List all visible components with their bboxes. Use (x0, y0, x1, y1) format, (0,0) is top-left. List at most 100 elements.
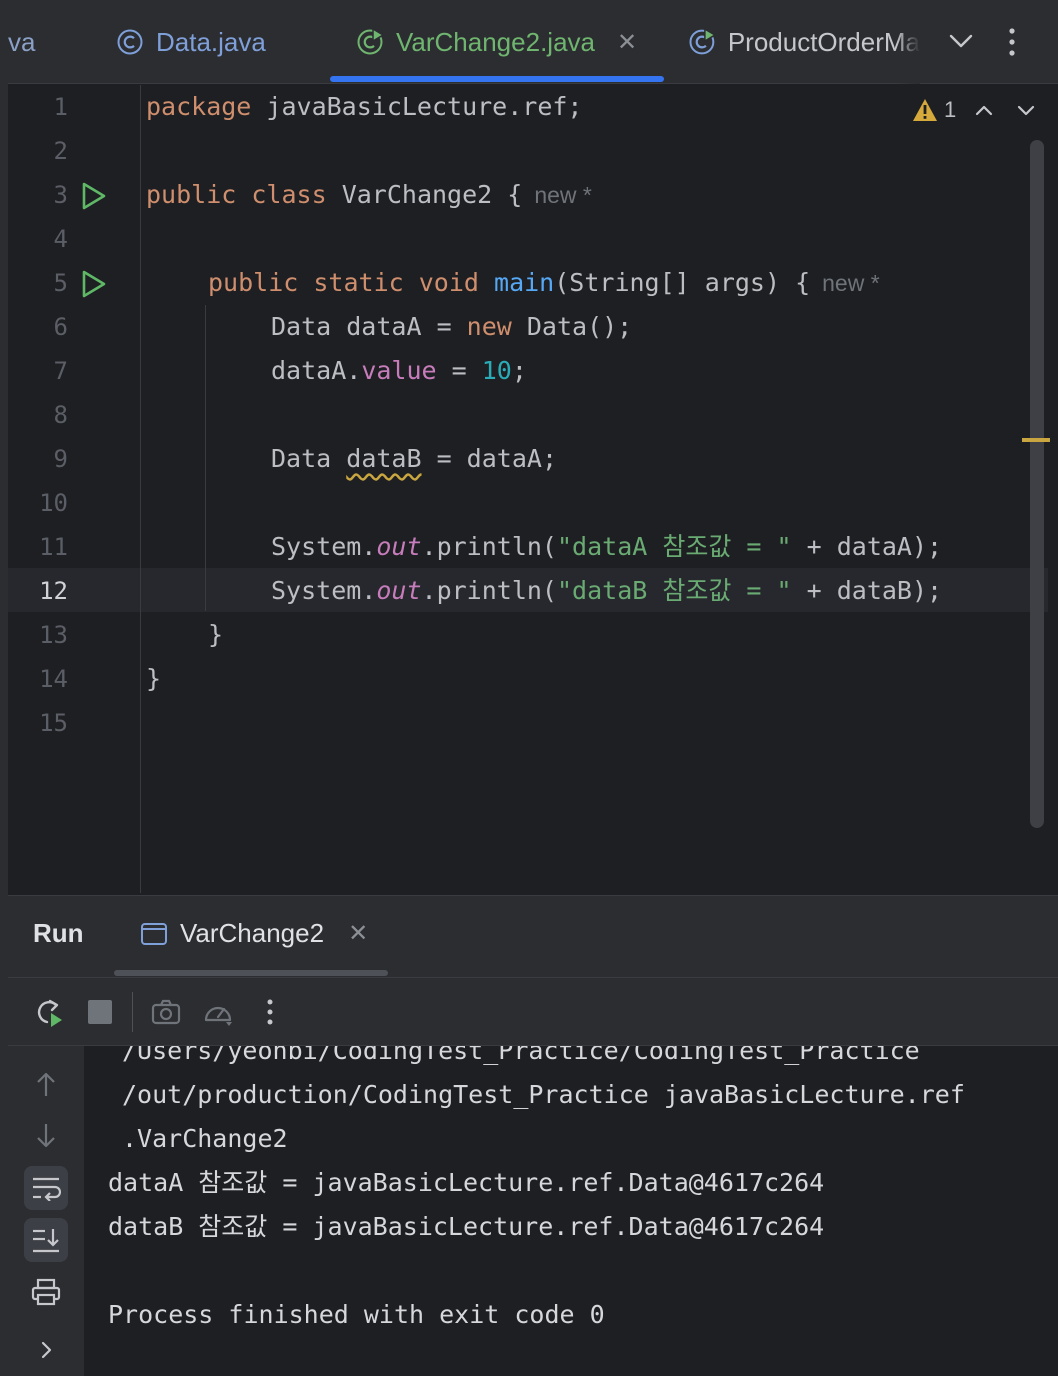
line-2: 2 (0, 129, 1000, 173)
console-line: /out/production/CodingTest_Practice java… (122, 1080, 965, 1109)
line-number: 11 (39, 533, 68, 561)
line-3: 3 public class VarChange2 {new * (0, 173, 1000, 217)
line-number: 9 (53, 445, 68, 473)
close-icon[interactable]: ✕ (617, 28, 637, 57)
line-number: 12 (39, 577, 68, 605)
code-text[interactable]: System.out.println("dataA 참조값 = " + data… (271, 525, 942, 569)
code-text[interactable]: dataA.value = 10; (271, 349, 527, 393)
code-text[interactable]: public class VarChange2 {new * (146, 173, 592, 217)
tab-product-order[interactable]: ProductOrderMa (688, 0, 920, 84)
tab-label: va (8, 26, 36, 57)
line-1: 1 package javaBasicLecture.ref; (0, 85, 1000, 129)
code-text[interactable]: } (146, 657, 161, 701)
runnable-class-icon (357, 28, 384, 55)
line-number: 1 (53, 93, 68, 121)
run-triangle-icon[interactable] (80, 181, 108, 211)
rerun-icon[interactable] (32, 996, 64, 1028)
line-number: 2 (53, 137, 68, 165)
code-text[interactable]: Data dataA = new Data(); (271, 305, 632, 349)
console-line: Process finished with exit code 0 (108, 1300, 605, 1329)
arrow-down-chevron-icon[interactable] (1014, 98, 1038, 122)
tab-label: VarChange2 (180, 918, 325, 948)
console-output[interactable]: /Users/yeonbi/CodingTest_Practice/Coding… (84, 1046, 1058, 1376)
close-icon[interactable]: ✕ (348, 919, 368, 948)
more-vertical-icon[interactable] (1000, 24, 1024, 60)
code-text[interactable]: public static void main(String[] args) {… (208, 261, 880, 305)
tab-label: ProductOrderMa (727, 26, 920, 57)
warning-marker[interactable] (1022, 438, 1050, 442)
scroll-down-button[interactable] (24, 1114, 68, 1158)
scroll-up-button[interactable] (24, 1062, 68, 1106)
console-side-toolbar (8, 1046, 84, 1376)
line-5: 5 public static void main(String[] args)… (0, 261, 1000, 305)
line-number: 10 (39, 489, 68, 517)
inspection-widget[interactable]: 1 (912, 95, 956, 125)
code-text[interactable]: Data dataB = dataA; (271, 437, 557, 481)
line-number: 3 (53, 181, 68, 209)
warning-triangle-icon (913, 99, 937, 121)
arrow-up-chevron-icon[interactable] (972, 98, 996, 122)
tab-label: VarChange2.java (396, 26, 595, 57)
line-8: 8 (0, 393, 1000, 437)
soft-wrap-toggle[interactable] (24, 1166, 68, 1210)
runnable-class-icon (689, 28, 716, 55)
tab-varchange2-java[interactable]: VarChange2.java ✕ (356, 0, 637, 84)
run-toolbar (8, 978, 1058, 1046)
editor-scrollbar[interactable] (1030, 140, 1044, 828)
arrow-up-icon (37, 1072, 55, 1096)
gauge-icon[interactable] (202, 996, 234, 1028)
run-panel-header: Run VarChange2 ✕ (8, 896, 1058, 978)
console-line: dataA 참조값 = javaBasicLecture.ref.Data@46… (108, 1168, 825, 1197)
toolbar-separator (132, 992, 133, 1032)
scroll-to-end-toggle[interactable] (24, 1218, 68, 1262)
inlay-hint-new: new * (822, 270, 880, 296)
code-text[interactable]: } (208, 613, 223, 657)
camera-icon[interactable] (150, 996, 182, 1028)
stop-icon[interactable] (84, 996, 116, 1028)
line-number: 15 (39, 709, 68, 737)
line-11: 11 System.out.println("dataA 참조값 = " + d… (0, 525, 1000, 569)
print-button[interactable] (24, 1270, 68, 1314)
line-4: 4 (0, 217, 1000, 261)
line-number: 5 (53, 269, 68, 297)
run-config-tab[interactable]: VarChange2 ✕ (140, 918, 368, 949)
line-13: 13 } (0, 613, 1000, 657)
arrow-down-icon (37, 1124, 55, 1148)
console-line: .VarChange2 (122, 1124, 288, 1153)
expand-button[interactable] (24, 1328, 68, 1372)
line-6: 6 Data dataA = new Data(); (0, 305, 1000, 349)
run-triangle-icon[interactable] (80, 269, 108, 299)
console-line: /Users/yeonbi/CodingTest_Practice/Coding… (122, 1046, 920, 1065)
line-number: 6 (53, 313, 68, 341)
line-number: 7 (53, 357, 68, 385)
print-icon (31, 1278, 61, 1306)
line-number: 14 (39, 665, 68, 693)
console-line: dataB 참조값 = javaBasicLecture.ref.Data@46… (108, 1212, 825, 1241)
unused-variable-warning: dataB (346, 444, 422, 473)
chevron-down-icon[interactable] (944, 24, 978, 58)
line-number: 8 (53, 401, 68, 429)
active-tab-indicator (114, 970, 388, 976)
tab-partial-hidden[interactable]: va (8, 0, 35, 84)
warning-count: 1 (944, 97, 957, 122)
chevron-right-icon (41, 1341, 52, 1359)
code-text[interactable]: package javaBasicLecture.ref; (146, 85, 583, 129)
line-14: 14 } (0, 657, 1000, 701)
code-text[interactable]: System.out.println("dataB 참조값 = " + data… (271, 569, 942, 613)
inlay-hint-new: new * (534, 182, 592, 208)
tab-label: Data.java (156, 26, 266, 57)
editor-tab-bar: va Data.java VarChange2.java ✕ ProductOr… (0, 0, 1058, 84)
console-window-icon (141, 922, 167, 945)
line-10: 10 (0, 481, 1000, 525)
more-vertical-icon[interactable] (254, 996, 286, 1028)
soft-wrap-icon (33, 1177, 61, 1201)
tab-data-java[interactable]: Data.java (116, 0, 266, 84)
line-number: 4 (53, 225, 68, 253)
active-tab-indicator (330, 76, 664, 82)
line-15: 15 (0, 701, 1000, 745)
line-number: 13 (39, 621, 68, 649)
indent-guide (205, 305, 206, 611)
class-c-icon (117, 29, 143, 55)
scroll-to-end-icon (33, 1229, 59, 1253)
line-12: 12 System.out.println("dataB 참조값 = " + d… (0, 569, 1000, 613)
